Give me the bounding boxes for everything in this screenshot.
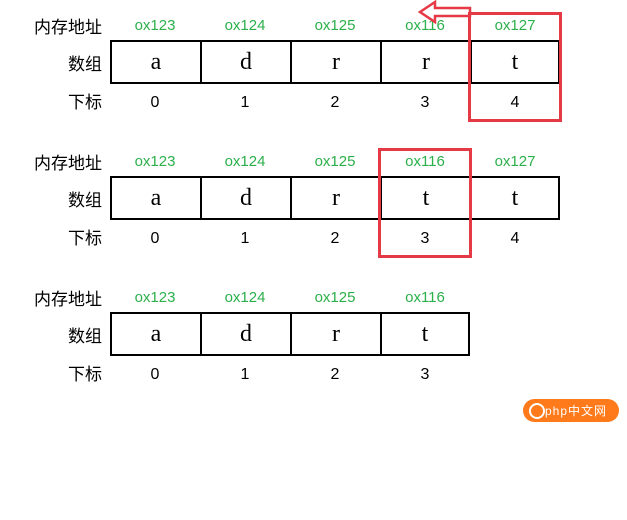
array-index: 1 <box>200 90 290 116</box>
memory-address: ox123 <box>110 149 200 174</box>
index-label: 下标 <box>10 224 110 249</box>
address-cells: ox123ox124ox125ox116ox127 <box>110 13 560 38</box>
array-cell: d <box>200 176 290 220</box>
address-row: 内存地址ox123ox124ox125ox116ox127 <box>10 10 617 40</box>
address-row: 内存地址ox123ox124ox125ox116ox127 <box>10 146 617 176</box>
memory-address: ox125 <box>290 13 380 38</box>
memory-address: ox116 <box>380 285 470 310</box>
memory-address: ox127 <box>470 13 560 38</box>
array-index: 1 <box>200 362 290 388</box>
array-cell: d <box>200 312 290 356</box>
array-cell: r <box>380 40 470 84</box>
address-cells: ox123ox124ox125ox116ox127 <box>110 149 560 174</box>
memory-address: ox125 <box>290 285 380 310</box>
array-index: 0 <box>110 362 200 388</box>
index-cells: 01234 <box>110 90 560 116</box>
array-cell: a <box>110 312 200 356</box>
left-arrow-icon <box>415 0 475 31</box>
array-index: 3 <box>380 362 470 388</box>
array-index: 0 <box>110 90 200 116</box>
index-cells: 01234 <box>110 226 560 252</box>
array-cell: d <box>200 40 290 84</box>
array-index: 2 <box>290 362 380 388</box>
array-index: 3 <box>380 226 470 252</box>
array-index: 0 <box>110 226 200 252</box>
index-cells: 0123 <box>110 362 470 388</box>
memory-address: ox116 <box>380 149 470 174</box>
address-cells: ox123ox124ox125ox116 <box>110 285 470 310</box>
brand-logo-chip: php中文网 <box>523 399 619 422</box>
index-row: 下标01234 <box>10 84 617 116</box>
array-cells: adrt <box>110 312 470 356</box>
array-cell: r <box>290 176 380 220</box>
array-cell: t <box>470 176 560 220</box>
memory-address: ox124 <box>200 149 290 174</box>
array-cell: t <box>380 312 470 356</box>
array-cells: adrtt <box>110 176 560 220</box>
address-label: 内存地址 <box>10 285 110 310</box>
array-row: 数组adrtt <box>10 176 617 220</box>
memory-address: ox127 <box>470 149 560 174</box>
array-index: 2 <box>290 90 380 116</box>
memory-address: ox123 <box>110 285 200 310</box>
array-cells: adrrt <box>110 40 560 84</box>
array-label: 数组 <box>10 50 110 75</box>
array-index: 4 <box>470 90 560 116</box>
array-row: 数组adrt <box>10 312 617 356</box>
memory-address: ox124 <box>200 285 290 310</box>
address-label: 内存地址 <box>10 149 110 174</box>
memory-address: ox124 <box>200 13 290 38</box>
index-label: 下标 <box>10 360 110 385</box>
array-diagram: 内存地址ox123ox124ox125ox116ox127数组adrtt下标01… <box>10 146 617 252</box>
address-row: 内存地址ox123ox124ox125ox116 <box>10 282 617 312</box>
array-cell: t <box>380 176 470 220</box>
diagram-container: 内存地址ox123ox124ox125ox116ox127数组adrrt下标01… <box>10 10 617 388</box>
array-label: 数组 <box>10 186 110 211</box>
address-label: 内存地址 <box>10 13 110 38</box>
array-cell: r <box>290 312 380 356</box>
array-row: 数组adrrt <box>10 40 617 84</box>
array-diagram: 内存地址ox123ox124ox125ox116ox127数组adrrt下标01… <box>10 10 617 116</box>
index-label: 下标 <box>10 88 110 113</box>
array-label: 数组 <box>10 322 110 347</box>
array-cell: r <box>290 40 380 84</box>
array-cell: a <box>110 176 200 220</box>
memory-address: ox125 <box>290 149 380 174</box>
array-diagram: 内存地址ox123ox124ox125ox116数组adrt下标0123 <box>10 282 617 388</box>
array-index: 3 <box>380 90 470 116</box>
memory-address: ox123 <box>110 13 200 38</box>
index-row: 下标0123 <box>10 356 617 388</box>
array-index: 2 <box>290 226 380 252</box>
array-cell: a <box>110 40 200 84</box>
array-cell: t <box>470 40 560 84</box>
array-index: 4 <box>470 226 560 252</box>
array-index: 1 <box>200 226 290 252</box>
index-row: 下标01234 <box>10 220 617 252</box>
